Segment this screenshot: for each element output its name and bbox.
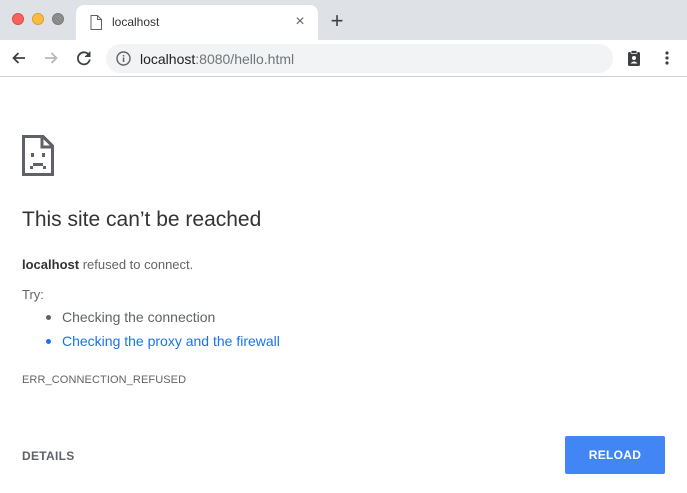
tab-localhost[interactable]: localhost ×: [76, 5, 318, 40]
page-title: This site can’t be reached: [22, 208, 262, 231]
tab-title: localhost: [112, 15, 160, 29]
error-page: This site can’t be reached localhost ref…: [0, 78, 687, 493]
clipboard-profile-icon[interactable]: [625, 49, 643, 67]
minimize-window-button[interactable]: [32, 13, 44, 25]
url-text: localhost:8080/hello.html: [140, 51, 294, 67]
bullet: [46, 339, 51, 344]
close-window-button[interactable]: [12, 13, 24, 25]
bullet: [46, 315, 51, 320]
details-button[interactable]: DETAILS: [22, 449, 75, 463]
kebab-menu-icon[interactable]: [658, 49, 676, 67]
browser-window: localhost × + localhost:8080/hello.html …: [0, 0, 687, 493]
tab-strip: localhost × +: [0, 0, 687, 40]
error-summary-text: refused to connect.: [79, 257, 194, 272]
info-icon[interactable]: [116, 51, 131, 66]
try-label: Try:: [22, 287, 44, 302]
reload-icon[interactable]: [75, 49, 93, 67]
back-arrow-icon[interactable]: [10, 49, 28, 67]
error-host: localhost: [22, 257, 80, 272]
address-bar[interactable]: localhost:8080/hello.html: [106, 44, 613, 73]
reload-button[interactable]: RELOAD: [565, 436, 665, 474]
error-code: ERR_CONNECTION_REFUSED: [22, 374, 187, 386]
suggestion-list: Checking the connection Checking the pro…: [44, 308, 280, 356]
error-summary: localhost refused to connect.: [22, 257, 193, 272]
page-icon: [90, 15, 102, 30]
suggestion-link-text[interactable]: Checking the proxy and the firewall: [62, 333, 280, 349]
fullscreen-window-button[interactable]: [52, 13, 64, 25]
suggestion-check-proxy-firewall-link[interactable]: Checking the proxy and the firewall: [44, 332, 280, 356]
tab-close-icon[interactable]: ×: [292, 14, 308, 30]
toolbar: localhost:8080/hello.html: [0, 40, 687, 77]
suggestion-check-connection: Checking the connection: [44, 308, 280, 332]
sad-document-icon: [22, 135, 54, 176]
suggestion-text: Checking the connection: [62, 309, 216, 325]
url-path: :8080/hello.html: [195, 51, 295, 67]
forward-arrow-icon[interactable]: [42, 49, 60, 67]
new-tab-button[interactable]: +: [327, 10, 347, 32]
url-host: localhost: [140, 51, 196, 67]
